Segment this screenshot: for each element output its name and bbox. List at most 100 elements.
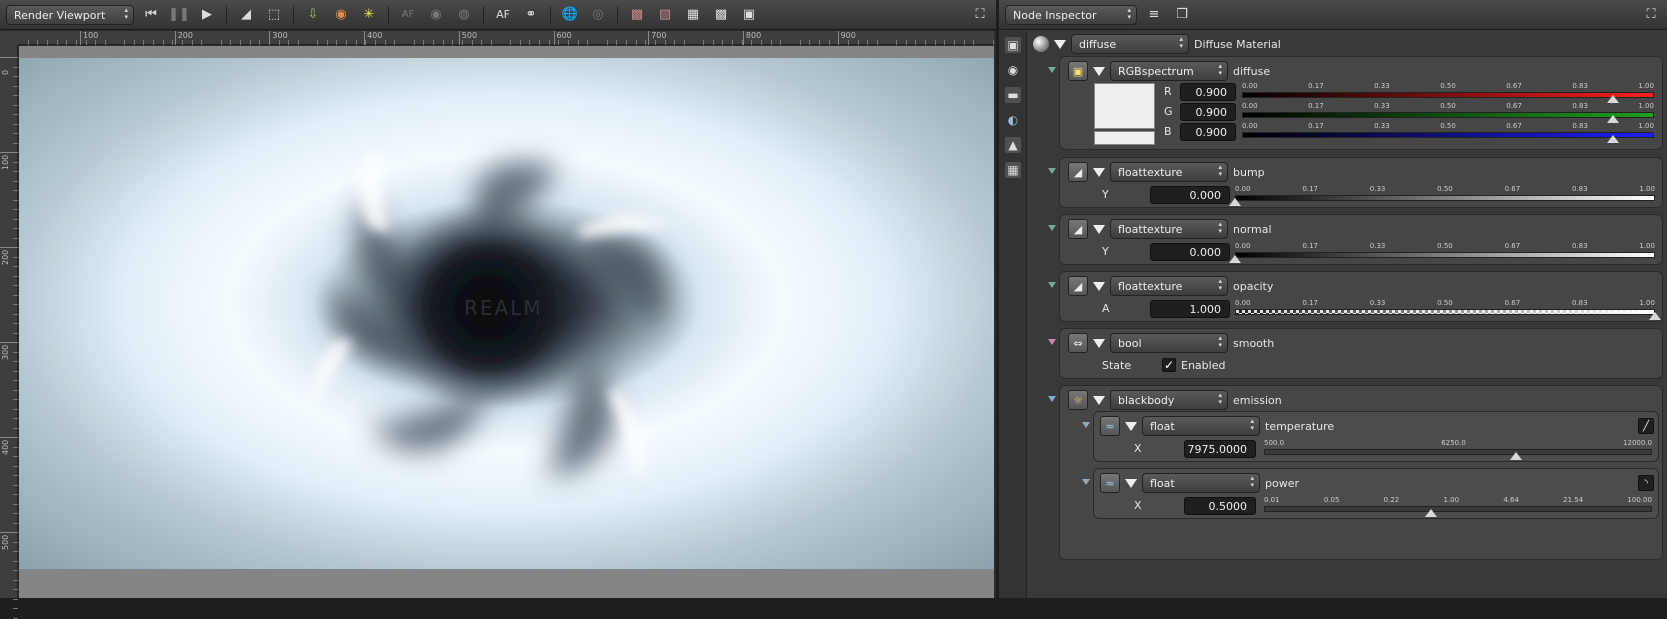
channel-slider[interactable]: 0.00 0.17 0.33 0.50 0.67 0.83 1.00: [1242, 82, 1654, 104]
power-value-field[interactable]: 0.5000: [1184, 497, 1256, 515]
mountain-icon[interactable]: ▲: [1005, 137, 1021, 153]
log-curve-icon[interactable]: ◝: [1638, 475, 1654, 491]
slider-track[interactable]: [1242, 132, 1654, 138]
slider-tick-label: 0.67: [1506, 82, 1522, 90]
import-icon[interactable]: ⇩: [302, 5, 324, 25]
material-type-dropdown[interactable]: diffuse: [1071, 34, 1189, 54]
toolbar-separator: [617, 5, 618, 24]
alpha-icon[interactable]: ▣: [738, 5, 760, 25]
smooth-checkbox[interactable]: ✓: [1162, 358, 1176, 372]
slider-thumb[interactable]: [1649, 312, 1661, 320]
dof-icon[interactable]: ◍: [453, 5, 475, 25]
autofocus-dim-text[interactable]: AF: [397, 5, 419, 25]
slider-thumb[interactable]: [1510, 452, 1523, 460]
rewind-icon[interactable]: ⏮: [140, 5, 162, 25]
slider-tick-labels: 0.00 0.17 0.33 0.50 0.67 0.83 1.00: [1235, 242, 1655, 251]
slider-track[interactable]: [1264, 506, 1652, 512]
viewport-mode-dropdown[interactable]: Render Viewport: [6, 4, 134, 25]
ruler-minor-tick: [828, 40, 830, 45]
channel-value-field[interactable]: 0.900: [1180, 123, 1236, 141]
edit-curve-icon[interactable]: ╱: [1638, 418, 1654, 434]
expand-triangle-icon[interactable]: [1093, 224, 1105, 234]
emission-texture-dropdown[interactable]: blackbody: [1110, 390, 1228, 410]
bump-texture-dropdown[interactable]: floattexture: [1110, 162, 1228, 182]
checker-icon[interactable]: ▩: [710, 5, 732, 25]
power-type-dropdown[interactable]: float: [1142, 473, 1260, 493]
network-icon[interactable]: ▦: [1005, 162, 1021, 178]
camera-icon[interactable]: ◉: [1005, 62, 1021, 78]
power-slider[interactable]: 0.01 0.05 0.22 1.00 4.64 21.54 100.00: [1264, 496, 1652, 518]
material-icon[interactable]: ◐: [1005, 112, 1021, 128]
normal-value-field[interactable]: 0.000: [1150, 243, 1230, 261]
ruler-minor-tick: [13, 465, 18, 467]
film-icon[interactable]: ▬: [1005, 87, 1021, 103]
opacity-texture-dropdown[interactable]: floattexture: [1110, 276, 1228, 296]
render-image[interactable]: REALM: [19, 58, 994, 569]
opacity-slider[interactable]: 0.00 0.17 0.33 0.50 0.67 0.83 1.00: [1235, 299, 1661, 321]
glasses-icon[interactable]: ⚭: [520, 5, 542, 25]
smooth-type-dropdown[interactable]: bool: [1110, 333, 1228, 353]
select-region-icon[interactable]: ⬚: [263, 5, 285, 25]
smooth-checkbox-row[interactable]: ✓ Enabled: [1162, 358, 1225, 372]
slider-tick-label: 0.83: [1571, 185, 1588, 193]
image-icon[interactable]: ▣: [1005, 37, 1021, 53]
ruler-minor-tick: [85, 40, 87, 45]
normal-texture-dropdown[interactable]: floattexture: [1110, 219, 1228, 239]
slider-track[interactable]: [1242, 112, 1654, 118]
color-swatch-alt[interactable]: [1094, 131, 1155, 145]
color-swatch[interactable]: [1094, 83, 1155, 129]
channel-value-field[interactable]: 0.900: [1180, 103, 1236, 121]
ruler-label: 100: [83, 31, 99, 40]
inspector-mode-dropdown[interactable]: Node Inspector: [1005, 4, 1137, 25]
autofocus-text[interactable]: AF: [492, 5, 514, 25]
inspector-maximize-icon[interactable]: ⛶: [1643, 6, 1659, 22]
slider-tick-label: 0.50: [1440, 102, 1456, 110]
region-render-icon[interactable]: ▩: [626, 5, 648, 25]
pause-icon[interactable]: ❚❚: [168, 5, 190, 25]
normal-slider[interactable]: 0.00 0.17 0.33 0.50 0.67 0.83 1.00: [1229, 242, 1655, 264]
channel-value-field[interactable]: 0.900: [1180, 83, 1236, 101]
world-alt-icon[interactable]: ◎: [587, 5, 609, 25]
expand-triangle-icon[interactable]: [1093, 66, 1105, 76]
set-square-icon[interactable]: ◢: [235, 5, 257, 25]
bump-value-field[interactable]: 0.000: [1150, 186, 1230, 204]
slider-thumb[interactable]: [1606, 135, 1619, 143]
focus-pick-icon[interactable]: ◉: [425, 5, 447, 25]
collapse-all-icon[interactable]: ≡: [1143, 5, 1165, 25]
light-picker-icon[interactable]: ✳: [358, 5, 380, 25]
slider-track[interactable]: [1235, 252, 1655, 258]
slider-thumb[interactable]: [1229, 198, 1241, 206]
slider-track[interactable]: [1242, 92, 1654, 98]
opacity-value-field[interactable]: 1.000: [1150, 300, 1230, 318]
expand-triangle-icon[interactable]: [1093, 338, 1105, 348]
world-icon[interactable]: 🌐: [559, 5, 581, 25]
slider-tick-label: 100.00: [1627, 496, 1652, 504]
expand-triangle-icon[interactable]: [1093, 281, 1105, 291]
expand-triangle-icon[interactable]: [1093, 395, 1105, 405]
temperature-slider[interactable]: 500.0 6250.0 12000.0: [1264, 439, 1652, 461]
expand-triangle-icon[interactable]: [1093, 167, 1105, 177]
ruler-minor-tick: [568, 40, 570, 45]
expand-triangle-icon[interactable]: [1054, 39, 1066, 49]
slider-thumb[interactable]: [1424, 509, 1437, 517]
slider-tick-labels: 0.00 0.17 0.33 0.50 0.67 0.83 1.00: [1235, 299, 1655, 308]
slider-thumb[interactable]: [1229, 255, 1241, 263]
diffuse-texture-dropdown[interactable]: RGBspectrum: [1110, 61, 1228, 81]
expand-triangle-icon[interactable]: [1125, 421, 1137, 431]
slider-track[interactable]: [1235, 195, 1655, 201]
slider-track[interactable]: [1235, 309, 1655, 315]
material-picker-icon[interactable]: ◉: [330, 5, 352, 25]
grid-icon[interactable]: ▦: [682, 5, 704, 25]
expand-triangle-icon[interactable]: [1125, 478, 1137, 488]
play-icon[interactable]: ▶: [196, 5, 218, 25]
bump-slider[interactable]: 0.00 0.17 0.33 0.50 0.67 0.83 1.00: [1229, 185, 1655, 207]
maximize-icon[interactable]: ⛶: [972, 6, 988, 22]
channel-slider[interactable]: 0.00 0.17 0.33 0.50 0.67 0.83 1.00: [1242, 122, 1654, 144]
expand-all-icon[interactable]: ❐: [1171, 5, 1193, 25]
ruler-minor-tick: [355, 40, 357, 45]
temperature-value-field[interactable]: 7975.0000: [1184, 440, 1256, 458]
temperature-type-dropdown[interactable]: float: [1142, 416, 1260, 436]
region-clear-icon[interactable]: ▨: [654, 5, 676, 25]
channel-slider[interactable]: 0.00 0.17 0.33 0.50 0.67 0.83 1.00: [1242, 102, 1654, 124]
slider-track[interactable]: [1264, 449, 1652, 455]
